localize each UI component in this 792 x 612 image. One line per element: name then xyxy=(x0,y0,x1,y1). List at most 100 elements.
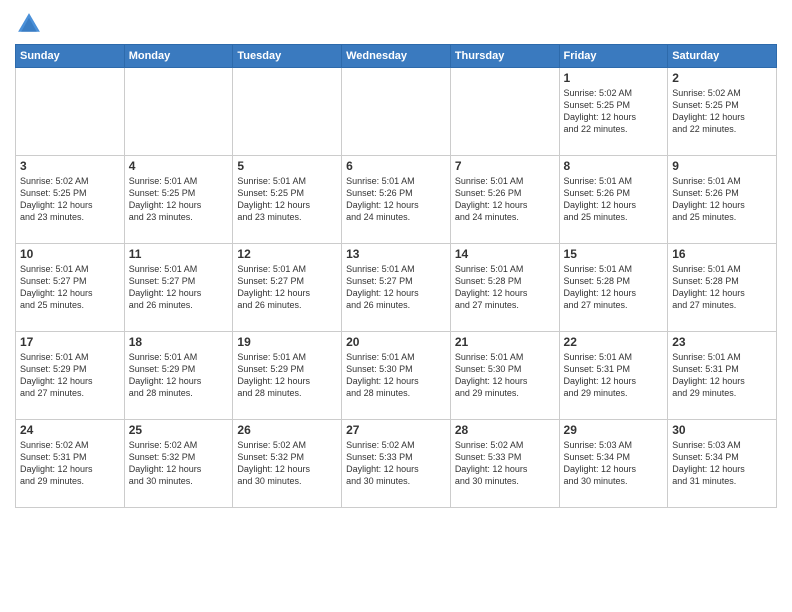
weekday-header-thursday: Thursday xyxy=(450,45,559,68)
day-info: Sunrise: 5:01 AM Sunset: 5:30 PM Dayligh… xyxy=(346,351,446,400)
calendar-cell: 20 Sunrise: 5:01 AM Sunset: 5:30 PM Dayli… xyxy=(342,332,451,420)
calendar-cell: 2Sunrise: 5:02 AM Sunset: 5:25 PM Daylig… xyxy=(668,68,777,156)
day-number: 16 xyxy=(672,247,772,261)
day-number: 26 xyxy=(237,423,337,437)
day-number: 18 xyxy=(129,335,229,349)
day-number: 1 xyxy=(564,71,664,85)
day-info: Sunrise: 5:03 AM Sunset: 5:34 PM Dayligh… xyxy=(564,439,664,488)
day-number: 14 xyxy=(455,247,555,261)
weekday-header-friday: Friday xyxy=(559,45,668,68)
calendar-cell: 30Sunrise: 5:03 AM Sunset: 5:34 PM Dayli… xyxy=(668,420,777,508)
calendar-cell: 26 Sunrise: 5:02 AM Sunset: 5:32 PM Dayli… xyxy=(233,420,342,508)
logo xyxy=(15,10,47,38)
day-number: 8 xyxy=(564,159,664,173)
calendar-cell: 21Sunrise: 5:01 AM Sunset: 5:30 PM Dayli… xyxy=(450,332,559,420)
weekday-header-sunday: Sunday xyxy=(16,45,125,68)
logo-icon xyxy=(15,10,43,38)
day-info: Sunrise: 5:02 AM Sunset: 5:25 PM Dayligh… xyxy=(672,87,772,136)
day-info: Sunrise: 5:02 AM Sunset: 5:25 PM Dayligh… xyxy=(20,175,120,224)
calendar-cell xyxy=(124,68,233,156)
day-info: Sunrise: 5:01 AM Sunset: 5:28 PM Dayligh… xyxy=(672,263,772,312)
calendar-cell: 25Sunrise: 5:02 AM Sunset: 5:32 PM Dayli… xyxy=(124,420,233,508)
calendar-cell: 13Sunrise: 5:01 AM Sunset: 5:27 PM Dayli… xyxy=(342,244,451,332)
calendar-cell: 17 Sunrise: 5:01 AM Sunset: 5:29 PM Dayli… xyxy=(16,332,125,420)
day-info: Sunrise: 5:01 AM Sunset: 5:29 PM Dayligh… xyxy=(129,351,229,400)
calendar-cell: 1 Sunrise: 5:02 AM Sunset: 5:25 PM Daylig… xyxy=(559,68,668,156)
calendar-cell: 29 Sunrise: 5:03 AM Sunset: 5:34 PM Dayli… xyxy=(559,420,668,508)
day-info: Sunrise: 5:02 AM Sunset: 5:33 PM Dayligh… xyxy=(346,439,446,488)
day-number: 15 xyxy=(564,247,664,261)
calendar-week-row: 10 Sunrise: 5:01 AM Sunset: 5:27 PM Dayli… xyxy=(16,244,777,332)
calendar-cell: 18 Sunrise: 5:01 AM Sunset: 5:29 PM Dayli… xyxy=(124,332,233,420)
calendar-cell: 9 Sunrise: 5:01 AM Sunset: 5:26 PM Daylig… xyxy=(668,156,777,244)
day-number: 11 xyxy=(129,247,229,261)
day-number: 4 xyxy=(129,159,229,173)
day-number: 12 xyxy=(237,247,337,261)
day-info: Sunrise: 5:02 AM Sunset: 5:32 PM Dayligh… xyxy=(237,439,337,488)
calendar-week-row: 1 Sunrise: 5:02 AM Sunset: 5:25 PM Daylig… xyxy=(16,68,777,156)
day-number: 24 xyxy=(20,423,120,437)
day-info: Sunrise: 5:01 AM Sunset: 5:26 PM Dayligh… xyxy=(346,175,446,224)
day-number: 28 xyxy=(455,423,555,437)
calendar-cell: 11 Sunrise: 5:01 AM Sunset: 5:27 PM Dayli… xyxy=(124,244,233,332)
day-info: Sunrise: 5:02 AM Sunset: 5:25 PM Dayligh… xyxy=(564,87,664,136)
day-info: Sunrise: 5:01 AM Sunset: 5:29 PM Dayligh… xyxy=(237,351,337,400)
day-info: Sunrise: 5:03 AM Sunset: 5:34 PM Dayligh… xyxy=(672,439,772,488)
calendar-cell: 8 Sunrise: 5:01 AM Sunset: 5:26 PM Daylig… xyxy=(559,156,668,244)
day-info: Sunrise: 5:02 AM Sunset: 5:32 PM Dayligh… xyxy=(129,439,229,488)
calendar-cell: 19 Sunrise: 5:01 AM Sunset: 5:29 PM Dayli… xyxy=(233,332,342,420)
weekday-header-saturday: Saturday xyxy=(668,45,777,68)
calendar-cell xyxy=(16,68,125,156)
day-info: Sunrise: 5:01 AM Sunset: 5:27 PM Dayligh… xyxy=(20,263,120,312)
calendar-cell: 23 Sunrise: 5:01 AM Sunset: 5:31 PM Dayli… xyxy=(668,332,777,420)
weekday-header-row: SundayMondayTuesdayWednesdayThursdayFrid… xyxy=(16,45,777,68)
day-number: 10 xyxy=(20,247,120,261)
calendar-cell: 12 Sunrise: 5:01 AM Sunset: 5:27 PM Dayli… xyxy=(233,244,342,332)
day-number: 23 xyxy=(672,335,772,349)
day-info: Sunrise: 5:02 AM Sunset: 5:31 PM Dayligh… xyxy=(20,439,120,488)
day-number: 20 xyxy=(346,335,446,349)
page: SundayMondayTuesdayWednesdayThursdayFrid… xyxy=(0,0,792,612)
calendar-cell: 10 Sunrise: 5:01 AM Sunset: 5:27 PM Dayli… xyxy=(16,244,125,332)
calendar-cell: 15 Sunrise: 5:01 AM Sunset: 5:28 PM Dayli… xyxy=(559,244,668,332)
calendar-week-row: 17 Sunrise: 5:01 AM Sunset: 5:29 PM Dayli… xyxy=(16,332,777,420)
calendar-cell: 16 Sunrise: 5:01 AM Sunset: 5:28 PM Dayli… xyxy=(668,244,777,332)
day-info: Sunrise: 5:02 AM Sunset: 5:33 PM Dayligh… xyxy=(455,439,555,488)
calendar-cell: 28 Sunrise: 5:02 AM Sunset: 5:33 PM Dayli… xyxy=(450,420,559,508)
calendar-cell: 3Sunrise: 5:02 AM Sunset: 5:25 PM Daylig… xyxy=(16,156,125,244)
day-number: 6 xyxy=(346,159,446,173)
calendar-cell: 4 Sunrise: 5:01 AM Sunset: 5:25 PM Daylig… xyxy=(124,156,233,244)
calendar-cell: 24 Sunrise: 5:02 AM Sunset: 5:31 PM Dayli… xyxy=(16,420,125,508)
calendar-cell: 27 Sunrise: 5:02 AM Sunset: 5:33 PM Dayli… xyxy=(342,420,451,508)
day-number: 9 xyxy=(672,159,772,173)
calendar-cell: 7Sunrise: 5:01 AM Sunset: 5:26 PM Daylig… xyxy=(450,156,559,244)
calendar-cell: 14 Sunrise: 5:01 AM Sunset: 5:28 PM Dayli… xyxy=(450,244,559,332)
day-number: 17 xyxy=(20,335,120,349)
day-info: Sunrise: 5:01 AM Sunset: 5:30 PM Dayligh… xyxy=(455,351,555,400)
calendar-cell xyxy=(450,68,559,156)
day-info: Sunrise: 5:01 AM Sunset: 5:27 PM Dayligh… xyxy=(237,263,337,312)
calendar: SundayMondayTuesdayWednesdayThursdayFrid… xyxy=(15,44,777,508)
calendar-cell: 6 Sunrise: 5:01 AM Sunset: 5:26 PM Daylig… xyxy=(342,156,451,244)
day-info: Sunrise: 5:01 AM Sunset: 5:26 PM Dayligh… xyxy=(564,175,664,224)
day-info: Sunrise: 5:01 AM Sunset: 5:29 PM Dayligh… xyxy=(20,351,120,400)
day-number: 19 xyxy=(237,335,337,349)
day-info: Sunrise: 5:01 AM Sunset: 5:28 PM Dayligh… xyxy=(564,263,664,312)
day-info: Sunrise: 5:01 AM Sunset: 5:25 PM Dayligh… xyxy=(129,175,229,224)
day-info: Sunrise: 5:01 AM Sunset: 5:26 PM Dayligh… xyxy=(455,175,555,224)
calendar-cell: 5Sunrise: 5:01 AM Sunset: 5:25 PM Daylig… xyxy=(233,156,342,244)
day-info: Sunrise: 5:01 AM Sunset: 5:26 PM Dayligh… xyxy=(672,175,772,224)
weekday-header-wednesday: Wednesday xyxy=(342,45,451,68)
calendar-cell xyxy=(233,68,342,156)
day-info: Sunrise: 5:01 AM Sunset: 5:28 PM Dayligh… xyxy=(455,263,555,312)
day-info: Sunrise: 5:01 AM Sunset: 5:31 PM Dayligh… xyxy=(672,351,772,400)
weekday-header-monday: Monday xyxy=(124,45,233,68)
day-number: 29 xyxy=(564,423,664,437)
calendar-week-row: 24 Sunrise: 5:02 AM Sunset: 5:31 PM Dayli… xyxy=(16,420,777,508)
day-number: 22 xyxy=(564,335,664,349)
calendar-cell: 22Sunrise: 5:01 AM Sunset: 5:31 PM Dayli… xyxy=(559,332,668,420)
calendar-week-row: 3Sunrise: 5:02 AM Sunset: 5:25 PM Daylig… xyxy=(16,156,777,244)
day-info: Sunrise: 5:01 AM Sunset: 5:27 PM Dayligh… xyxy=(129,263,229,312)
day-number: 27 xyxy=(346,423,446,437)
day-number: 5 xyxy=(237,159,337,173)
